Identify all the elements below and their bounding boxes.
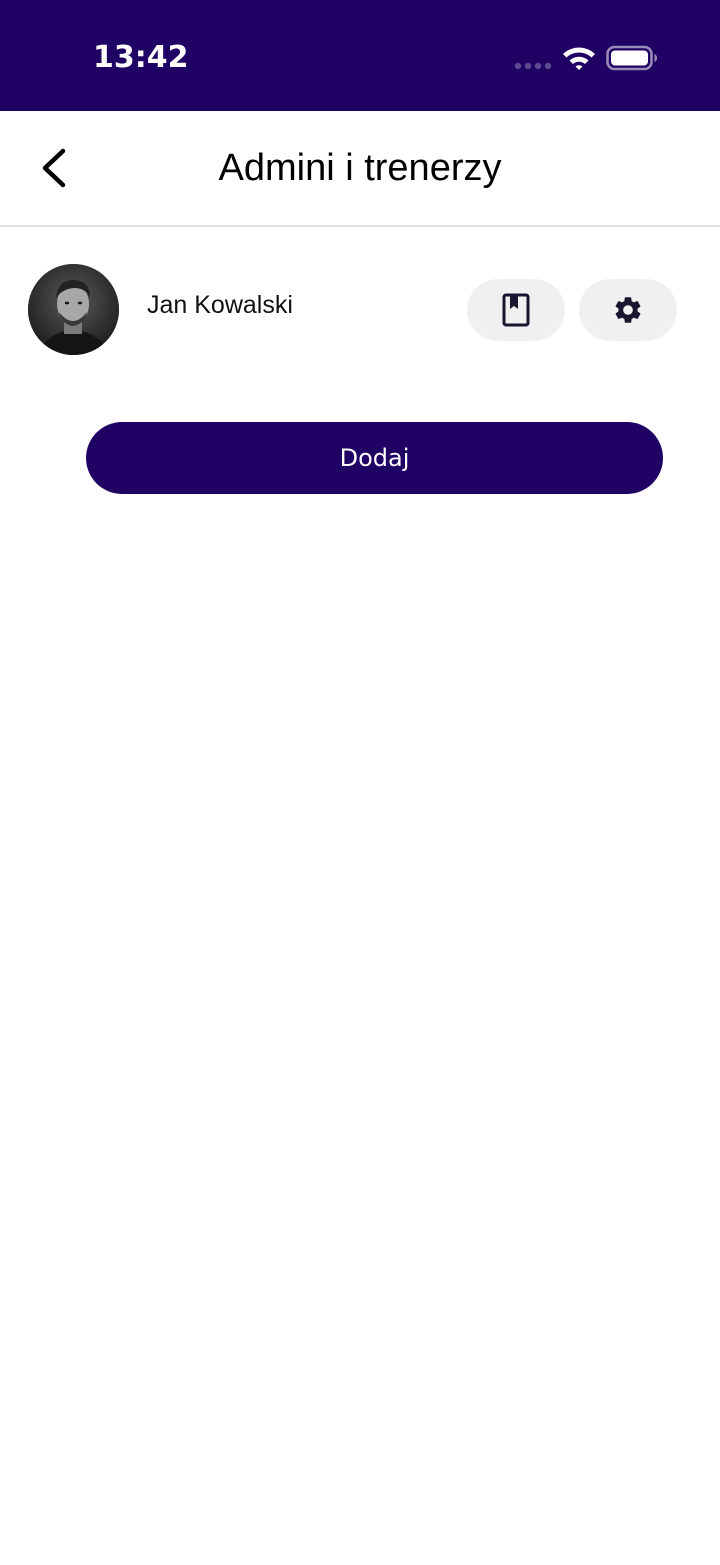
wifi-icon bbox=[561, 44, 597, 72]
nav-bar: Admini i trenerzy bbox=[0, 111, 720, 227]
member-name: Jan Kowalski bbox=[147, 291, 293, 319]
battery-icon bbox=[606, 44, 658, 72]
add-button[interactable]: Dodaj bbox=[86, 422, 663, 494]
gear-icon bbox=[615, 297, 641, 323]
status-time: 13:42 bbox=[93, 40, 189, 75]
status-bar: 13:42 bbox=[0, 0, 720, 111]
avatar bbox=[28, 264, 119, 355]
list-item[interactable]: Jan Kowalski bbox=[0, 264, 720, 356]
signal-icon bbox=[514, 59, 552, 73]
bookmark-icon bbox=[502, 293, 530, 327]
page-title: Admini i trenerzy bbox=[218, 147, 502, 189]
bookmark-button[interactable] bbox=[467, 279, 565, 341]
settings-button[interactable] bbox=[579, 279, 677, 341]
